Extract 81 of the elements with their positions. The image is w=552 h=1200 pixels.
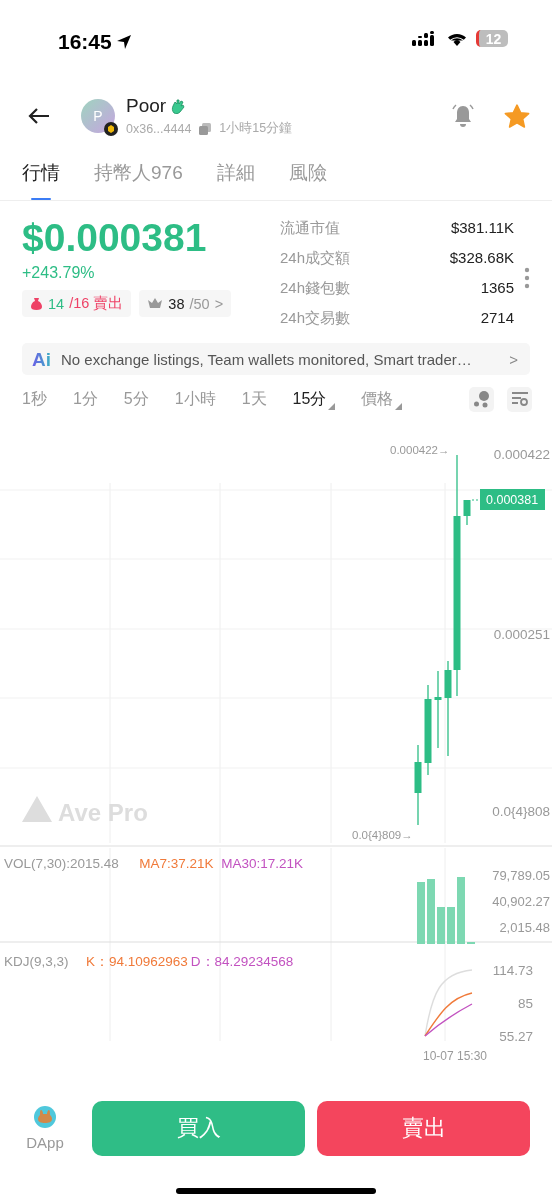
stat-label: 24h成交額 (280, 248, 351, 268)
holders-sell-badge[interactable]: 14 /16 賣出 (22, 290, 132, 317)
interval-tab[interactable]: 1天 (241, 388, 267, 410)
stat-label: 流通市值 (280, 218, 340, 238)
stat-value: $381.11K (450, 218, 514, 238)
volume-axis-label: 40,902.27 (492, 894, 550, 909)
chain-badge-icon (104, 122, 118, 136)
chart-settings-button[interactable] (507, 386, 532, 412)
tab[interactable]: 詳細 (216, 146, 255, 200)
tab[interactable]: 持幣人976 (94, 146, 183, 200)
kdj-axis-label: 114.73 (492, 963, 533, 978)
interval-tab[interactable]: 1秒 (22, 388, 47, 410)
j-line (424, 969, 473, 1037)
tab[interactable]: 風險 (288, 146, 327, 200)
indicator-legend: K：94.10962963 (86, 954, 188, 969)
kdj-axis-label: 55.27 (499, 1029, 533, 1044)
buy-button[interactable]: 買入 (92, 1100, 305, 1156)
tab[interactable]: 行情 (22, 146, 60, 200)
interval-tab[interactable]: 5分 (123, 388, 149, 410)
k-line (424, 992, 473, 1037)
stat-value: 2714 (480, 308, 514, 328)
star-icon[interactable] (504, 103, 530, 129)
interval-tab[interactable]: 價格 (361, 388, 403, 410)
interval-tab[interactable]: 1小時 (174, 388, 216, 410)
token-price: $0.000381 (22, 215, 208, 261)
stat-value: 1365 (480, 278, 514, 298)
ai-summary[interactable]: No exchange listings, Team wallets monitored, Smart trader… (61, 350, 500, 368)
stat-label: 24h錢包數 (280, 278, 351, 298)
money-bag-icon (30, 297, 43, 310)
avatar-letter: P (93, 108, 103, 124)
volume-axis-label: 79,789.05 (492, 868, 550, 883)
waving-hand-icon (171, 98, 186, 114)
price-axis-label: 0.0{4}808 (492, 804, 550, 819)
indicator-legend: KDJ(9,3,3) (4, 954, 69, 969)
indicator-button[interactable] (469, 386, 494, 412)
back-arrow-icon[interactable] (28, 107, 50, 125)
interval-tab[interactable]: 15分 (292, 388, 336, 410)
sell-button[interactable]: 賣出 (317, 1100, 530, 1156)
top-total: /50 (189, 295, 210, 312)
dapp-label[interactable]: DApp (26, 1133, 64, 1151)
dots-icon (472, 390, 491, 408)
volume-bar (417, 882, 425, 944)
interval-tab[interactable]: 1分 (72, 388, 98, 410)
d-line (424, 1003, 473, 1037)
contract-address: 0x36...4444 (126, 121, 192, 136)
price-axis-label: 0.000251 (493, 627, 550, 642)
volume-bar (447, 907, 455, 944)
copy-icon[interactable] (199, 122, 212, 135)
time-axis-label: 10-07 15:30 (422, 1049, 488, 1063)
indicator-legend: MA7:37.21K (139, 856, 214, 871)
chevron: > (214, 295, 224, 312)
bunny-app-icon[interactable] (34, 1105, 56, 1128)
low-price-marker: 0.0{4}809→ (352, 829, 413, 841)
clock-time: 16:45 (58, 30, 112, 54)
top-holders-badge[interactable]: 38 /50 > (139, 290, 232, 317)
chevron[interactable]: > (509, 350, 518, 368)
indicator-legend: MA30:17.21K (221, 856, 303, 871)
high-price-marker: 0.000422→ (390, 444, 450, 456)
bell-icon[interactable] (450, 104, 476, 128)
indicator-legend: VOL(7,30):2015.48 (4, 856, 119, 871)
sell-count: /16 賣出 (69, 294, 124, 313)
location-arrow-icon (115, 34, 132, 50)
volume-bar (437, 907, 445, 944)
battery-indicator: 12 (476, 30, 508, 47)
stat-value: $328.68K (449, 248, 514, 268)
more-icon[interactable] (524, 267, 530, 289)
crown-icon (147, 297, 164, 310)
top-count: 38 (168, 295, 185, 312)
token-age: 1小時15分鐘 (219, 120, 293, 137)
volume-bar (427, 879, 435, 944)
price-axis-label: 0.000422 (493, 447, 550, 462)
price-change: +243.79% (22, 264, 96, 282)
token-name: Poor (126, 95, 167, 117)
stat-label: 24h交易數 (280, 308, 351, 328)
kdj-axis-label: 85 (517, 996, 533, 1011)
indicator-legend: D：84.29234568 (190, 954, 294, 969)
settings-icon (510, 391, 529, 407)
volume-bar (457, 877, 465, 944)
candlestick (463, 499, 471, 526)
volume-axis-label: 2,015.48 (499, 920, 550, 935)
buy-count: 14 (48, 295, 65, 312)
